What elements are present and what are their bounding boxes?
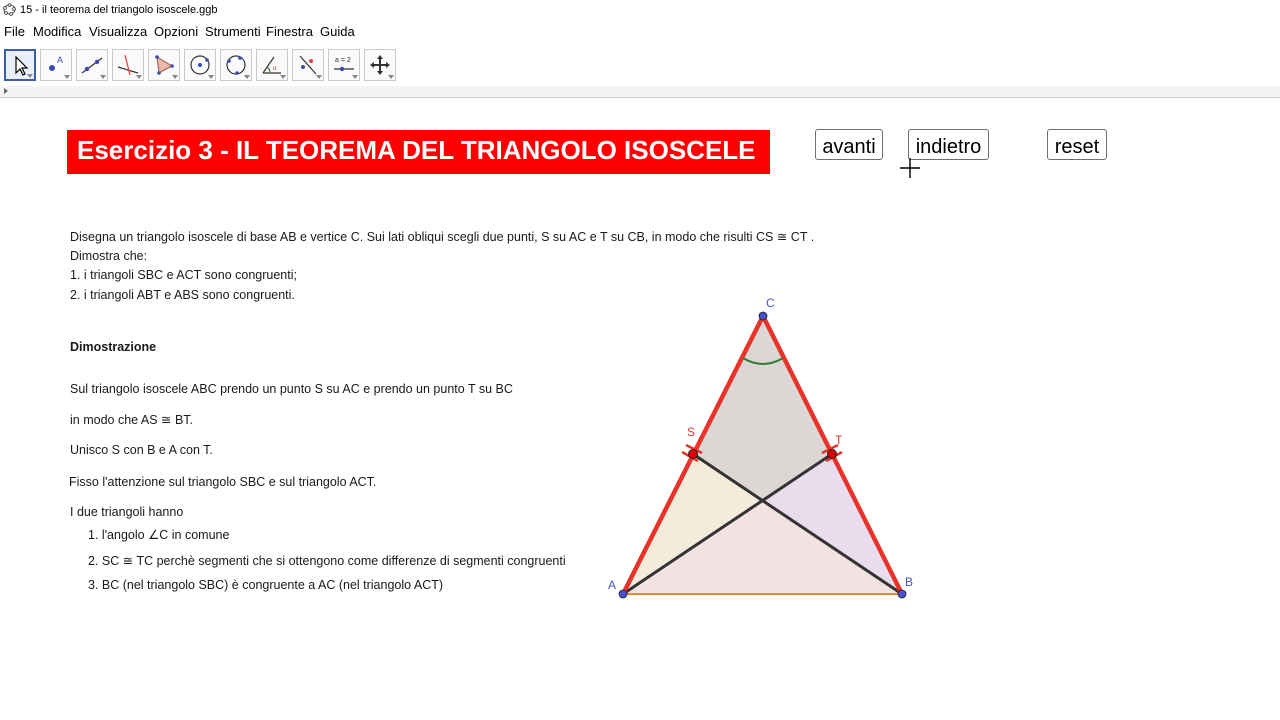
point-c[interactable] [758,311,768,321]
geometry-canvas[interactable]: A B C S T [0,0,1280,720]
label-t: T [835,433,843,447]
label-s: S [687,425,695,439]
label-b: B [905,575,913,589]
crosshair-cursor-icon [900,158,920,178]
point-a[interactable] [618,589,628,599]
point-s[interactable] [688,449,698,459]
label-c: C [766,296,775,310]
point-b[interactable] [897,589,907,599]
point-t[interactable] [827,449,837,459]
label-a: A [608,578,616,592]
